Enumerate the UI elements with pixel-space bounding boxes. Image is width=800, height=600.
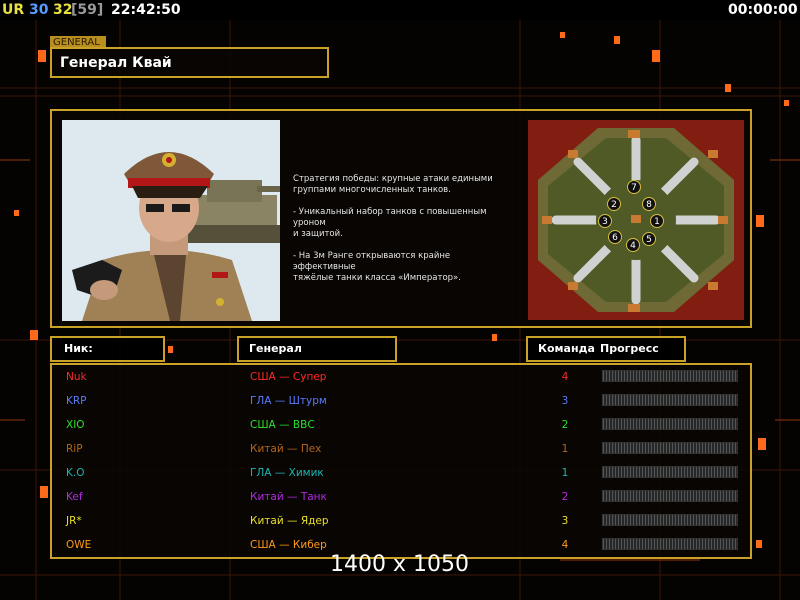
player-general: США — Кибер [250, 539, 327, 551]
player-progress-bar [602, 514, 738, 526]
player-nick: Nuk [66, 371, 87, 383]
player-team: 3 [561, 395, 569, 407]
player-nick: JR* [66, 515, 82, 527]
player-team: 2 [561, 419, 569, 431]
table-row: Kef Китай — Танк 2 [52, 485, 750, 509]
player-nick: XIO [66, 419, 85, 431]
player-progress-bar [602, 538, 738, 550]
player-progress-bar [602, 418, 738, 430]
top-hud-bar: UR 30 32 [59] 22:42:50 00:00:00 [0, 0, 800, 20]
column-header-progress-label: Прогресс [600, 342, 659, 355]
player-progress-bar [602, 490, 738, 502]
player-nick: RiP [66, 443, 83, 455]
player-general: ГЛА — Штурм [250, 395, 327, 407]
table-row: Nuk США — Супер 4 [52, 365, 750, 389]
column-header-team-progress: Команда Прогресс [526, 336, 686, 362]
player-team: 1 [561, 467, 569, 479]
table-row: JR* Китай — Ядер 3 [52, 509, 750, 533]
map-start-slot[interactable]: 5 [642, 232, 656, 246]
table-row: XIO США — ВВС 2 [52, 413, 750, 437]
map-start-slot[interactable]: 4 [626, 238, 640, 252]
table-row: KRP ГЛА — Штурм 3 [52, 389, 750, 413]
player-general: США — ВВС [250, 419, 315, 431]
general-name: Генерал Квай [60, 55, 172, 71]
map-start-slot[interactable]: 8 [642, 197, 656, 211]
clock: 22:42:50 [111, 2, 181, 18]
player-team: 1 [561, 443, 569, 455]
player-progress-bar [602, 394, 738, 406]
player-nick: K.O [66, 467, 85, 479]
map-preview[interactable]: 1 2 345 6 78 [528, 120, 744, 320]
hud-value-b: 32 [53, 2, 73, 18]
table-row: RiP Китай — Пех 1 [52, 437, 750, 461]
general-info-panel: Стратегия победы: крупные атаки едиными … [50, 109, 752, 328]
column-header-nick: Ник: [50, 336, 165, 362]
map-start-slot[interactable]: 3 [598, 214, 612, 228]
column-header-team-label: Команда [538, 342, 595, 355]
general-description: Стратегия победы: крупные атаки едиными … [293, 174, 493, 283]
player-general: Китай — Пех [250, 443, 322, 455]
player-progress-bar [602, 370, 738, 382]
column-header-nick-label: Ник: [64, 342, 93, 355]
player-nick: KRP [66, 395, 87, 407]
ur-label: UR [2, 2, 25, 18]
player-list: Nuk США — Супер 4 KRP ГЛА — Штурм 3 XIO США — В… [50, 363, 752, 559]
map-start-slot[interactable]: 2 [607, 197, 621, 211]
player-general: США — Супер [250, 371, 327, 383]
column-header-general: Генерал [237, 336, 397, 362]
table-row: K.O ГЛА — Химик 1 [52, 461, 750, 485]
player-progress-bar [602, 442, 738, 454]
hud-value-a: 30 [29, 2, 49, 18]
map-start-slot[interactable]: 7 [627, 180, 641, 194]
column-header-general-label: Генерал [249, 342, 302, 355]
player-team: 3 [561, 515, 569, 527]
player-nick: Kef [66, 491, 83, 503]
player-general: Китай — Ядер [250, 515, 329, 527]
player-general: Китай — Танк [250, 491, 327, 503]
map-start-slot[interactable]: 6 [608, 230, 622, 244]
player-team: 4 [561, 371, 569, 383]
resolution-label: 1400 x 1050 [330, 552, 469, 577]
player-nick: OWE [66, 539, 92, 551]
player-team: 2 [561, 491, 569, 503]
hud-value-c: [59] [71, 2, 104, 18]
general-portrait [62, 120, 280, 321]
game-timer: 00:00:00 [728, 2, 798, 18]
general-name-box: Генерал Квай [50, 47, 329, 78]
player-progress-bar [602, 466, 738, 478]
map-start-slot[interactable]: 1 [650, 214, 664, 228]
player-team: 4 [561, 539, 569, 551]
player-general: ГЛА — Химик [250, 467, 324, 479]
